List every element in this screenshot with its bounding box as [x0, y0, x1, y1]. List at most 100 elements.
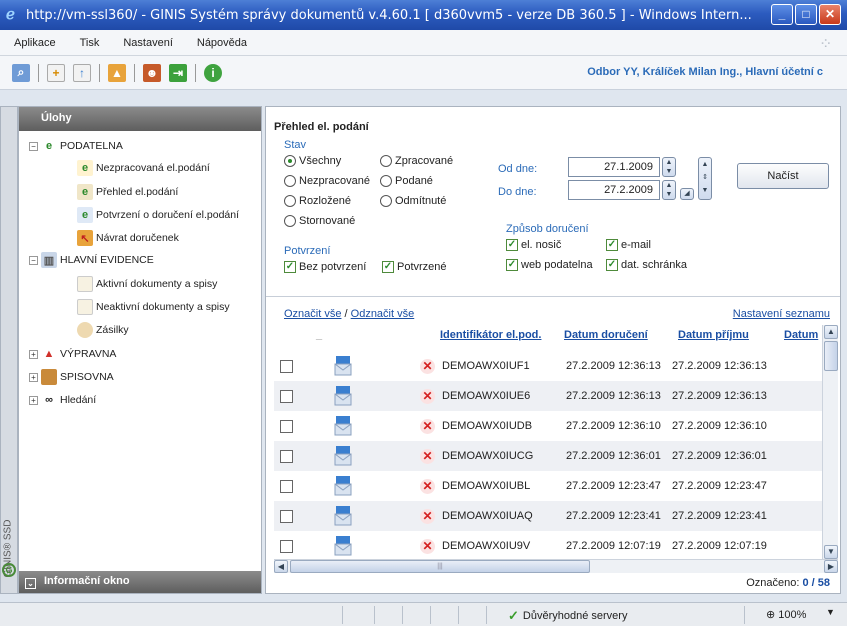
expand-icon[interactable]: + [29, 349, 38, 359]
date-from-input[interactable]: 27.1.2009 [568, 157, 660, 177]
delete-icon[interactable]: ✕ [420, 389, 435, 404]
row-checkbox[interactable] [280, 360, 293, 373]
tree-item-hlavni-evidence[interactable]: − ▥ HLAVNÍ EVIDENCE [29, 251, 154, 269]
tree-item-hledani[interactable]: + ∞ Hledání [29, 391, 96, 409]
table-row[interactable]: ✕ DEMOAWX0IUF1 27.2.2009 12:36:13 27.2.2… [274, 351, 822, 381]
tree-item-prehled[interactable]: e Přehled el.podání [77, 183, 178, 201]
maximize-button[interactable]: □ [795, 4, 817, 25]
table-row[interactable]: ✕ DEMOAWX0IUE6 27.2.2009 12:36:13 27.2.2… [274, 381, 822, 411]
row-checkbox[interactable] [280, 420, 293, 433]
menu-tisk[interactable]: Tisk [80, 37, 100, 49]
minimize-button[interactable]: _ [771, 4, 793, 25]
email-e-icon: e [45, 140, 53, 152]
table-header: _ Identifikátor el.pod. Datum doručení D… [274, 325, 822, 347]
radio-nezpracovane[interactable]: Nezpracované [284, 175, 370, 187]
check-e-mail[interactable]: ✓ e-mail [606, 239, 651, 251]
tree-item-spisovna[interactable]: + SPISOVNA [29, 368, 114, 386]
tree-item-zasilky[interactable]: Zásilky [77, 321, 129, 339]
mail-icon [334, 356, 352, 376]
table-row[interactable]: ✕ DEMOAWX0IUCG 27.2.2009 12:36:01 27.2.2… [274, 441, 822, 471]
scroll-left-icon[interactable]: ◀ [274, 560, 288, 573]
email-e-icon: e [77, 184, 93, 200]
expand-icon[interactable]: + [29, 372, 38, 382]
check-potvrzene[interactable]: ✓ Potvrzené [382, 261, 447, 273]
close-button[interactable]: ✕ [819, 4, 841, 25]
scroll-thumb[interactable] [824, 341, 838, 371]
info-window-bar[interactable]: ⌄ Informační okno [19, 571, 261, 593]
scroll-up-icon[interactable]: ▲ [824, 325, 838, 339]
tree-item-navrat[interactable]: ↖ Návrat doručenek [77, 229, 179, 247]
column-header-id[interactable]: Identifikátor el.pod. [440, 329, 541, 341]
check-bez-potvrzeni[interactable]: ✓ Bez potvrzení [284, 261, 366, 273]
tree-item-podatelna[interactable]: − e PODATELNA [29, 137, 123, 155]
menu-nastaveni[interactable]: Nastavení [123, 37, 173, 49]
delete-icon[interactable]: ✕ [420, 479, 435, 494]
radio-zpracovane[interactable]: Zpracované [380, 155, 453, 167]
date-to-input[interactable]: 27.2.2009 [568, 180, 660, 200]
delete-icon[interactable]: ✕ [420, 359, 435, 374]
tree-item-aktivni[interactable]: Aktivní dokumenty a spisy [77, 275, 217, 293]
horizontal-scrollbar[interactable]: ◀ ||| ▶ [274, 559, 838, 573]
doc-up-icon[interactable]: ↑ [73, 63, 91, 82]
row-checkbox[interactable] [280, 450, 293, 463]
row-checkbox[interactable] [280, 510, 293, 523]
vertical-scrollbar[interactable]: ▲ ▼ [822, 325, 838, 559]
scroll-right-icon[interactable]: ▶ [824, 560, 838, 573]
collapse-icon[interactable]: − [29, 255, 38, 265]
tree-item-potvrzeni[interactable]: e Potvrzení o doručení el.podání [77, 206, 239, 224]
radio-stornovane[interactable]: Stornované [284, 215, 355, 227]
date-range-resize-icon[interactable]: ◢ [680, 188, 694, 200]
search-doc-icon[interactable]: ⌕ [12, 63, 30, 82]
expand-icon[interactable]: + [29, 395, 38, 405]
state-label: Stav [284, 139, 307, 151]
tree-item-nezpracovana[interactable]: e Nezpracovaná el.podání [77, 159, 210, 177]
delete-icon[interactable]: ✕ [420, 509, 435, 524]
table-row[interactable]: ✕ DEMOAWX0IUAQ 27.2.2009 12:23:41 27.2.2… [274, 501, 822, 531]
table-row[interactable]: ✕ DEMOAWX0IU9V 27.2.2009 12:07:19 27.2.2… [274, 531, 822, 559]
select-all-link[interactable]: Označit vše [284, 308, 341, 320]
menu-napoveda[interactable]: Nápověda [197, 37, 247, 49]
column-header-delivered[interactable]: Datum doručení [564, 329, 648, 341]
date-to-spinner[interactable]: ▲ ▼ [662, 180, 676, 200]
row-checkbox[interactable] [280, 540, 293, 553]
load-button[interactable]: Načíst [737, 163, 829, 189]
radio-odmitnute[interactable]: Odmítnuté [380, 195, 446, 207]
list-settings-link[interactable]: Nastavení seznamu [733, 308, 830, 320]
mail-icon [334, 536, 352, 556]
delete-icon[interactable]: ✕ [420, 449, 435, 464]
delete-icon[interactable]: ✕ [420, 539, 435, 554]
confirm-label: Potvrzení [284, 245, 331, 257]
page-title: Přehled el. podání [274, 121, 369, 133]
row-checkbox[interactable] [280, 480, 293, 493]
radio-podane[interactable]: Podané [380, 175, 433, 187]
column-header-date[interactable]: Datum [784, 329, 818, 341]
users-icon[interactable]: ☻ [143, 63, 161, 82]
deselect-all-link[interactable]: Odznačit vše [351, 308, 415, 320]
zoom-dropdown-icon[interactable]: ▼ [826, 607, 835, 617]
new-doc-icon[interactable]: + [47, 63, 65, 82]
info-icon[interactable]: i [204, 63, 222, 82]
check-dat-schranka[interactable]: ✓ dat. schránka [606, 259, 687, 271]
menu-aplikace[interactable]: Aplikace [14, 37, 56, 49]
table-row[interactable]: ✕ DEMOAWX0IUDB 27.2.2009 12:36:10 27.2.2… [274, 411, 822, 441]
table-row[interactable]: ✕ DEMOAWX0IUBL 27.2.2009 12:23:47 27.2.2… [274, 471, 822, 501]
date-from-spinner[interactable]: ▲ ▼ [662, 157, 676, 177]
exit-icon[interactable]: ⇥ [169, 63, 187, 82]
check-web-podatelna[interactable]: ✓ web podatelna [506, 259, 593, 271]
scroll-thumb[interactable]: ||| [290, 560, 590, 573]
delete-icon[interactable]: ✕ [420, 419, 435, 434]
radio-rozlozene[interactable]: Rozložené [284, 195, 351, 207]
collapse-icon[interactable]: − [29, 141, 38, 151]
tree-item-neaktivni[interactable]: Neaktivní dokumenty a spisy [77, 298, 230, 316]
check-el-nosic[interactable]: ✓ el. nosič [506, 239, 561, 251]
column-header-received[interactable]: Datum příjmu [678, 329, 749, 341]
tree-item-vypravna[interactable]: + ▲ VÝPRAVNA [29, 345, 116, 363]
folder-up-icon[interactable]: ▲ [108, 63, 126, 82]
sort-column-header[interactable]: _ [316, 329, 322, 341]
scroll-down-icon[interactable]: ▼ [824, 545, 838, 559]
zoom-level[interactable]: ⊕ 100% [766, 608, 806, 621]
expand-down-icon[interactable]: ⌄ [25, 578, 36, 589]
date-range-spinner[interactable]: ▲ ⇕ ▼ [698, 157, 712, 200]
radio-vsechny[interactable]: Všechny [284, 155, 341, 167]
row-checkbox[interactable] [280, 390, 293, 403]
